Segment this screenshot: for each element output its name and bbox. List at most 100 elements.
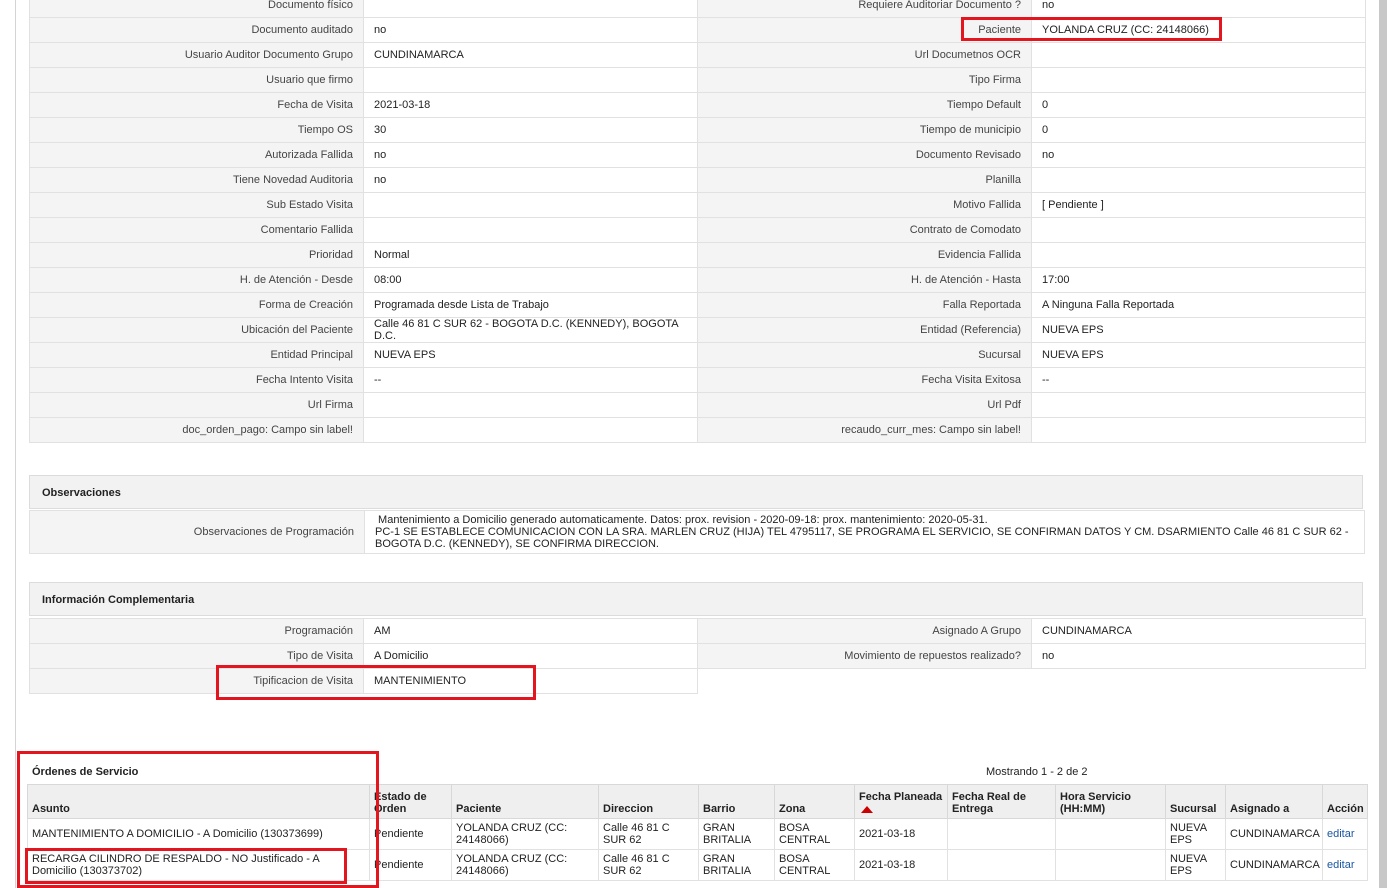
cell-estado-de-orden: Pendiente xyxy=(369,818,452,850)
cell-barrio: GRAN BRITALIA xyxy=(698,818,775,850)
cell-text: NUEVA EPS xyxy=(1170,853,1207,877)
scrollbar-thumb[interactable] xyxy=(1379,0,1387,888)
complementaria-row: Tipo de Visita A Domicilio Movimiento de r… xyxy=(29,643,1366,669)
cell-text: MANTENIMIENTO A DOMICILIO - A Domicilio … xyxy=(32,828,323,840)
detail-row: Forma de Creación Programada desde Lista … xyxy=(29,292,1366,318)
column-header-paciente[interactable]: Paciente xyxy=(451,784,599,819)
field-value-tiempo-default: 0 xyxy=(1031,92,1366,118)
field-value-requiere-auditoriar-documento: no xyxy=(1031,0,1366,18)
detail-row: Ubicación del Paciente Calle 46 81 C SUR … xyxy=(29,317,1366,343)
cell-hora-servicio-hh-mm xyxy=(1055,849,1166,881)
cell-zona: BOSA CENTRAL xyxy=(774,818,855,850)
column-header-zona[interactable]: Zona xyxy=(774,784,855,819)
detail-row: H. de Atención - Desde 08:00 H. de Atenció… xyxy=(29,267,1366,293)
cell-text: Calle 46 81 C SUR 62 xyxy=(603,822,670,846)
field-label-prioridad: Prioridad xyxy=(29,242,364,268)
column-header-label: Direccion xyxy=(603,803,654,815)
observaciones-table: Observaciones de Programación Mantenimie… xyxy=(29,510,1365,554)
detail-row: doc_orden_pago: Campo sin label! recaudo_… xyxy=(29,417,1366,443)
field-value-documento-fisico xyxy=(363,0,698,18)
cell-text: GRAN BRITALIA xyxy=(703,853,752,877)
field-label-usuario-que-firmo: Usuario que firmo xyxy=(29,67,364,93)
field-value-motivo-fallida: [ Pendiente ] xyxy=(1031,192,1366,218)
field-label-doc-orden-pago-campo-sin-label: doc_orden_pago: Campo sin label! xyxy=(29,417,364,443)
editar-link[interactable]: editar xyxy=(1327,828,1355,840)
column-header-hora-servicio-hh-mm[interactable]: Hora Servicio (HH:MM) xyxy=(1055,784,1166,819)
column-header-fecha-real-de-entrega[interactable]: Fecha Real de Entrega xyxy=(947,784,1056,819)
field-label-tipo-firma: Tipo Firma xyxy=(697,67,1032,93)
field-value-documento-revisado: no xyxy=(1031,142,1366,168)
field-label-tipificacion-de-visita: Tipificacion de Visita xyxy=(29,668,364,694)
cell-text: CUNDINAMARCA xyxy=(1230,859,1320,871)
field-label-tiene-novedad-auditoria: Tiene Novedad Auditoria xyxy=(29,167,364,193)
detail-row: Url Firma Url Pdf xyxy=(29,392,1366,418)
column-header-asignado-a[interactable]: Asignado a xyxy=(1225,784,1323,819)
field-label-programacion: Programación xyxy=(29,618,364,644)
field-label-documento-fisico: Documento físico xyxy=(29,0,364,18)
cell-sucursal: NUEVA EPS xyxy=(1165,849,1226,881)
cell-text: NUEVA EPS xyxy=(1170,822,1207,846)
observaciones-value: Mantenimiento a Domicilio generado autom… xyxy=(364,510,1365,554)
detail-row: Usuario que firmo Tipo Firma xyxy=(29,67,1366,93)
pagination-summary: Mostrando 1 - 2 de 2 xyxy=(986,766,1088,778)
field-label-h-de-atencion-desde: H. de Atención - Desde xyxy=(29,267,364,293)
column-header-asunto[interactable]: Asunto xyxy=(27,784,370,819)
field-label-paciente: Paciente xyxy=(697,17,1032,43)
column-header-accion[interactable]: Acción xyxy=(1322,784,1368,819)
column-header-sucursal[interactable]: Sucursal xyxy=(1165,784,1226,819)
field-value-tiene-novedad-auditoria: no xyxy=(363,167,698,193)
cell-paciente: YOLANDA CRUZ (CC: 24148066) xyxy=(451,818,599,850)
field-value-doc-orden-pago-campo-sin-label xyxy=(363,417,698,443)
complementaria-row: Programación AM Asignado A Grupo CUNDINAMAR… xyxy=(29,618,1366,644)
detail-row: Documento físico Requiere Auditoriar Docu… xyxy=(29,0,1366,18)
detail-row: Entidad Principal NUEVA EPS Sucursal NUEVA … xyxy=(29,342,1366,368)
column-header-direccion[interactable]: Direccion xyxy=(598,784,699,819)
column-header-label: Estado de Orden xyxy=(374,791,427,815)
cell-text: BOSA CENTRAL xyxy=(779,822,831,846)
detail-row: Sub Estado Visita Motivo Fallida[ Pendien… xyxy=(29,192,1366,218)
field-value-documento-auditado: no xyxy=(363,17,698,43)
table-row[interactable]: RECARGA CILINDRO DE RESPALDO - NO Justif… xyxy=(27,849,1368,881)
field-value-fecha-intento-visita: -- xyxy=(363,367,698,393)
field-label-requiere-auditoriar-documento: Requiere Auditoriar Documento ? xyxy=(697,0,1032,18)
table-row[interactable]: MANTENIMIENTO A DOMICILIO - A Domicilio … xyxy=(27,818,1368,850)
field-label-documento-auditado: Documento auditado xyxy=(29,17,364,43)
sort-ascending-icon[interactable] xyxy=(861,805,873,813)
cell-fecha-real-de-entrega xyxy=(947,818,1056,850)
observaciones-line-1: Mantenimiento a Domicilio generado autom… xyxy=(375,514,988,526)
field-value-sucursal: NUEVA EPS xyxy=(1031,342,1366,368)
ordenes-table: Asunto Estado de Orden Paciente Direccion Ba… xyxy=(27,784,1368,881)
ordenes-header-row: Asunto Estado de Orden Paciente Direccion Ba… xyxy=(27,784,1368,819)
cell-zona: BOSA CENTRAL xyxy=(774,849,855,881)
field-value-url-documetnos-ocr xyxy=(1031,42,1366,68)
field-label-entidad-principal: Entidad Principal xyxy=(29,342,364,368)
field-label-planilla: Planilla xyxy=(697,167,1032,193)
field-label-tiempo-default: Tiempo Default xyxy=(697,92,1032,118)
cell-text: Pendiente xyxy=(374,828,424,840)
cell-text: BOSA CENTRAL xyxy=(779,853,831,877)
vertical-scrollbar[interactable] xyxy=(1379,0,1387,888)
field-value-entidad-principal: NUEVA EPS xyxy=(363,342,698,368)
cell-text: CUNDINAMARCA xyxy=(1230,828,1320,840)
ordenes-title: Órdenes de Servicio xyxy=(32,766,139,778)
cell-text: YOLANDA CRUZ (CC: 24148066) xyxy=(456,822,568,846)
cell-fecha-real-de-entrega xyxy=(947,849,1056,881)
column-header-fecha-planeada[interactable]: Fecha Planeada xyxy=(854,784,948,819)
field-value-h-de-atencion-hasta: 17:00 xyxy=(1031,267,1366,293)
cell-asignado-a: CUNDINAMARCA xyxy=(1225,818,1323,850)
editar-link[interactable]: editar xyxy=(1327,859,1355,871)
column-header-estado-de-orden[interactable]: Estado de Orden xyxy=(369,784,452,819)
field-label-asignado-a-grupo: Asignado A Grupo xyxy=(697,618,1032,644)
detail-row: Fecha Intento Visita -- Fecha Visita Exito… xyxy=(29,367,1366,393)
detail-row: Tiene Novedad Auditoria no Planilla xyxy=(29,167,1366,193)
field-value-usuario-auditor-documento-grupo: CUNDINAMARCA xyxy=(363,42,698,68)
cell-asignado-a: CUNDINAMARCA xyxy=(1225,849,1323,881)
field-label-fecha-de-visita: Fecha de Visita xyxy=(29,92,364,118)
field-value-asignado-a-grupo: CUNDINAMARCA xyxy=(1031,618,1366,644)
column-header-barrio[interactable]: Barrio xyxy=(698,784,775,819)
cell-fecha-planeada: 2021-03-18 xyxy=(854,818,948,850)
observaciones-line-2: PC-1 SE ESTABLECE COMUNICACION CON LA SR… xyxy=(375,526,1349,550)
field-label-tipo-de-visita: Tipo de Visita xyxy=(29,643,364,669)
field-value-contrato-de-comodato xyxy=(1031,217,1366,243)
field-value-planilla xyxy=(1031,167,1366,193)
